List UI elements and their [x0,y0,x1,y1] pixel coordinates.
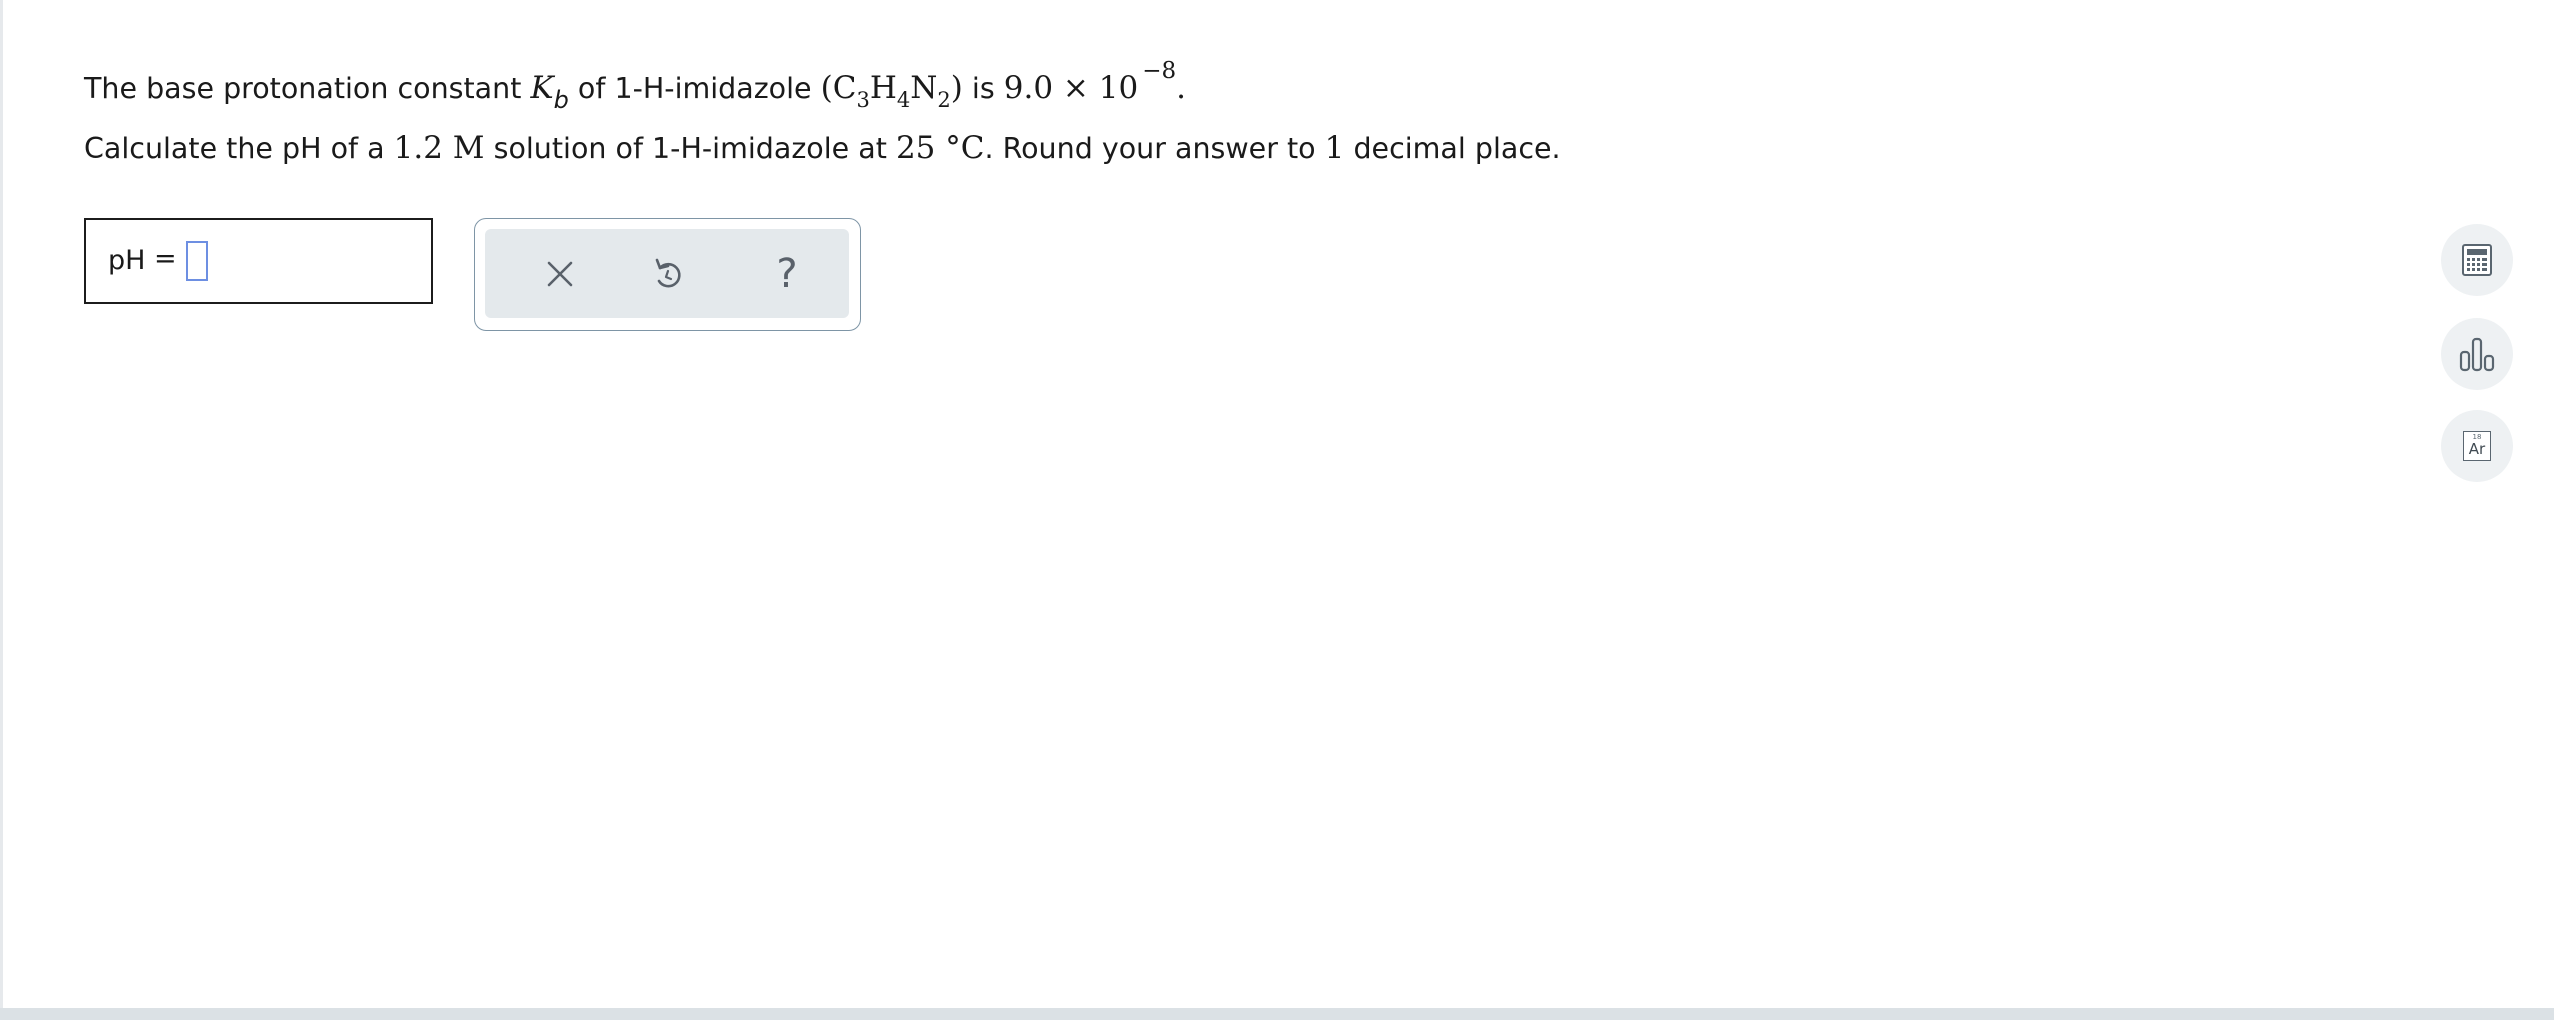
concentration: 1.2 M [393,130,485,166]
decimal-count: 1 [1324,130,1345,166]
question-line-1: The base protonation constant Kb of 1-H-… [84,58,1561,118]
formula: (C3H4N2) [820,70,963,112]
ph-answer-input[interactable] [186,241,208,281]
clear-button[interactable] [505,229,615,318]
answer-toolbar-inner: ? [485,229,849,318]
instruction-text: Calculate the pH of a [84,132,394,165]
instruction-text-3: . Round your answer to [984,132,1325,165]
answer-toolbar: ? [474,218,861,331]
instruction-text-2: solution of 1-H-imidazole at [484,132,896,165]
of-text: of [568,72,615,105]
calculator-button[interactable] [2441,224,2513,296]
bottom-bar [0,1008,2554,1020]
close-icon [547,261,573,286]
kb-subscript: b [553,86,569,114]
temperature: 25 °C [895,130,985,166]
help-icon: ? [776,250,798,297]
data-analysis-button[interactable] [2441,318,2513,390]
periodic-table-button[interactable]: 18 Ar [2441,410,2513,482]
kb-symbol: K [530,70,554,106]
element-symbol: Ar [2468,440,2486,458]
periodic-table-icon: 18 Ar [2463,431,2491,461]
bar-chart-icon [2459,337,2495,372]
undo-button[interactable] [613,229,723,318]
question-text: The base protonation constant Kb of 1-H-… [84,58,1561,178]
kb-value: 9.0 × 10 −8. [1003,58,1186,106]
is-text: is [962,72,1004,105]
equals-sign: = [154,243,177,274]
answer-box: pH = [84,218,433,304]
left-edge-border [0,0,3,1020]
calculator-icon [2462,244,2492,276]
ph-label: pH [108,245,146,276]
undo-icon [655,258,681,287]
instruction-text-4: decimal place. [1344,132,1561,165]
compound-name: 1-H-imidazole [614,72,812,105]
question-intro: The base protonation constant [84,72,531,105]
question-line-2: Calculate the pH of a 1.2 M solution of … [84,118,1561,178]
help-button[interactable]: ? [732,229,842,318]
